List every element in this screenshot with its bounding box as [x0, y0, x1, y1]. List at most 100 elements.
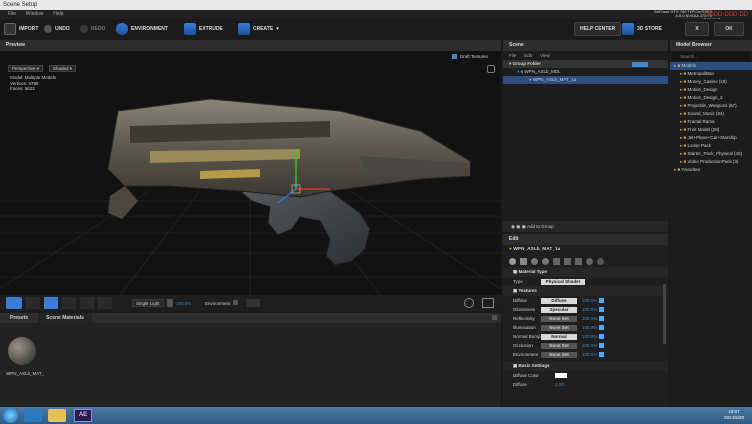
move-icon[interactable] [44, 297, 58, 309]
record-icon[interactable] [464, 298, 474, 308]
pattern-icon[interactable] [575, 257, 582, 265]
reflect-icon[interactable] [542, 257, 549, 265]
browser-item[interactable]: ▸ ■ Motion_Design_2 [670, 94, 752, 102]
import-label: IMPORT [19, 26, 39, 32]
browser-item[interactable]: ▸ ■ Money_Casino (18) [670, 78, 752, 86]
material-icon[interactable] [531, 257, 538, 265]
scene-menu-view[interactable]: View [540, 51, 550, 60]
sphere-icon[interactable] [509, 257, 516, 265]
texture-enable-checkbox[interactable] [599, 307, 604, 312]
create-button[interactable]: CREATE ▾ [238, 22, 279, 36]
texture-row: Environment None Set 100.0% [503, 350, 668, 359]
texture-enable-checkbox[interactable] [599, 352, 604, 357]
browser-item[interactable]: ▸ ■ Favorites [670, 166, 752, 174]
texture-slot-button[interactable]: Specular [541, 306, 577, 313]
cube-icon [238, 23, 250, 35]
close-button[interactable]: X [685, 22, 709, 36]
redo-button[interactable]: REDO [80, 22, 105, 36]
edit-scrollbar[interactable] [663, 284, 666, 344]
texture-enable-checkbox[interactable] [599, 316, 604, 321]
environment-slot[interactable] [246, 299, 260, 307]
camera-icon[interactable] [6, 297, 22, 309]
add-to-group-button[interactable]: Add to Group [527, 224, 554, 229]
browser-item[interactable]: ▸ ■ Projectile_Weapons (67) [670, 102, 752, 110]
material-type-section[interactable]: ▣ Material Type [503, 267, 668, 277]
texture-icon[interactable] [520, 257, 527, 265]
texture-enable-checkbox[interactable] [599, 334, 604, 339]
main-toolbar: IMPORT UNDO REDO ENVIRONMENT EXTRUDE CRE… [0, 19, 752, 39]
extrude-button[interactable]: EXTRUDE [184, 22, 223, 36]
scale-icon[interactable] [80, 297, 94, 309]
3d-viewport[interactable]: Perspective ▾ Shaded ▾ Model: Multiple M… [0, 51, 501, 295]
screen-icon[interactable] [482, 298, 494, 308]
import-button[interactable]: IMPORT [4, 22, 38, 36]
help-center-button[interactable]: HELP CENTER [574, 22, 622, 36]
ok-button[interactable]: OK [714, 22, 744, 36]
texture-slot-button[interactable]: None Set [541, 324, 577, 331]
start-icon[interactable] [3, 408, 18, 423]
gear-icon[interactable] [597, 257, 604, 265]
texture-enable-checkbox[interactable] [599, 298, 604, 303]
menu-window[interactable]: Window [26, 11, 44, 17]
browser-item[interactable]: ▸ ■ MetropoliBan [670, 70, 752, 78]
texture-slot-button[interactable]: None Set [541, 342, 577, 349]
tab-scene-materials[interactable]: Scene Materials [38, 313, 92, 323]
view-mode-select[interactable]: Perspective ▾ [8, 65, 44, 72]
scene-menu-file[interactable]: File [509, 51, 516, 60]
tab-presets[interactable]: Presets [0, 313, 38, 323]
stat-label: Model: [10, 75, 24, 80]
anim-icon[interactable] [564, 257, 571, 265]
texture-enable-checkbox[interactable] [599, 325, 604, 330]
texture-slot-button[interactable]: Normal [541, 333, 577, 340]
undo-button[interactable]: UNDO [44, 22, 70, 36]
material-thumbnail[interactable] [8, 337, 36, 365]
tree-item-model[interactable]: ▾ ■ WPN_ASLb_MDL [503, 68, 668, 76]
browser-item[interactable]: ▸ ■ Starter_Pack_Physical (40) [670, 150, 752, 158]
texture-slot-button[interactable]: None Set [541, 351, 577, 358]
expand-icon[interactable] [487, 65, 495, 73]
browser-item[interactable]: ▸ ■ Jet+Plane+Car+Starship [670, 134, 752, 142]
browser-search-input[interactable]: Search... [672, 52, 750, 61]
texture-percent: 100.0% [582, 352, 598, 357]
edit-tool-icons [503, 255, 668, 267]
shade-mode-select[interactable]: Shaded ▾ [49, 65, 77, 72]
browser-item[interactable]: ▸ ■ Fruit Model (28) [670, 126, 752, 134]
tree-item-material[interactable]: ● WPN_ASLb_MAT_1a [503, 76, 668, 84]
import-icon [4, 23, 16, 35]
basic-settings-section[interactable]: ▣ Basic Settings [503, 361, 668, 371]
menu-help[interactable]: Help [53, 11, 63, 17]
environment-checkbox[interactable] [233, 300, 238, 305]
rotate-icon[interactable] [62, 297, 76, 309]
browser-item[interactable]: ▸ ■ Video ProductionPack (3) [670, 158, 752, 166]
globe-icon[interactable] [586, 257, 593, 265]
diffuse-color-swatch[interactable] [555, 373, 567, 378]
select-icon[interactable] [26, 297, 40, 309]
textures-section[interactable]: ▣ Textures [503, 286, 668, 296]
texture-slot-button[interactable]: Diffuse [541, 297, 577, 304]
browser-item[interactable]: ▸ ■ Loose Pack [670, 142, 752, 150]
draft-textures-toggle[interactable]: Draft Textures [452, 54, 488, 59]
menu-file[interactable]: File [8, 11, 16, 17]
tree-item-group-folder[interactable]: ▾ Group Folder [503, 60, 668, 68]
light-slider[interactable] [167, 299, 173, 307]
camera-icon[interactable]: ◉ ▣ ▣ [511, 224, 527, 229]
texture-slot-button[interactable]: None Set [541, 315, 577, 322]
scene-menu-edit[interactable]: Edit [524, 51, 532, 60]
folder-app-icon[interactable] [48, 409, 66, 422]
browser-item[interactable]: ▸ ■ Sound_Music (84) [670, 110, 752, 118]
panel-scroll-icon[interactable] [492, 315, 497, 320]
browser-item[interactable]: ▸ ■ Motion_Design [670, 86, 752, 94]
light-select[interactable]: Single Light [132, 299, 164, 307]
ae-app-icon[interactable]: AE [74, 409, 92, 422]
texture-row: Diffuse Diffuse 100.0% [503, 296, 668, 305]
snap-icon[interactable] [98, 297, 112, 309]
texture-enable-checkbox[interactable] [599, 343, 604, 348]
environment-button[interactable]: ENVIRONMENT [116, 22, 168, 36]
browser-item[interactable]: ▸ ■ Fractal Rama [670, 118, 752, 126]
browser-app-icon[interactable] [24, 409, 42, 422]
light-icon[interactable] [553, 257, 560, 265]
type-select[interactable]: Physical Shader [541, 278, 585, 285]
store-button[interactable]: 3D STORE [622, 22, 662, 36]
group-toggle[interactable] [632, 61, 648, 67]
browser-item[interactable]: ▸ ■ Models [670, 62, 752, 70]
